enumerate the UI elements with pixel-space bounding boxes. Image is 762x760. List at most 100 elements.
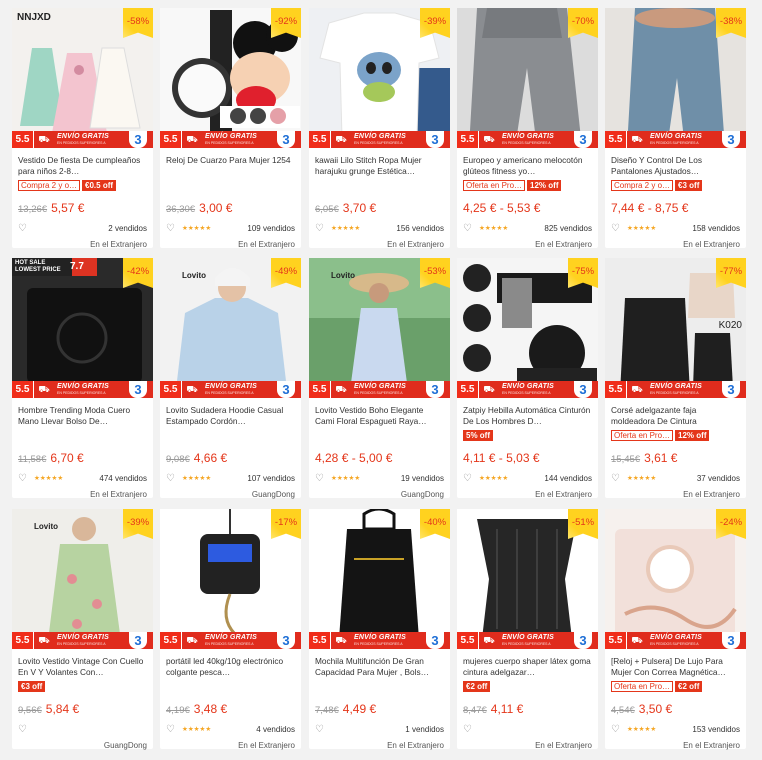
product-title[interactable]: Diseño Y Control De Los Pantalones Ajust… <box>611 155 741 177</box>
free-shipping-subtitle: EN PEDIDOS SUPERIORES A <box>650 141 699 145</box>
product-image[interactable]: -51% 5.5 ⛟ ENVÍO GRATIS EN PEDIDOS SUPERIORE… <box>457 509 598 649</box>
heart-outline-icon[interactable]: ♡ <box>166 473 175 484</box>
free-shipping-subtitle: EN PEDIDOS SUPERIORES A <box>650 391 699 395</box>
product-image[interactable]: -24% 5.5 ⛟ ENVÍO GRATIS EN PEDIDOS SUPERIORE… <box>605 509 746 649</box>
product-title[interactable]: Lovito Vestido Boho Elegante Cami Floral… <box>315 405 445 427</box>
star-icon: ★ <box>205 475 212 482</box>
sold-count: 1 vendidos <box>405 725 444 734</box>
product-title[interactable]: Vestido De fiesta De cumpleaños para niñ… <box>18 155 148 177</box>
current-price: 3,00 € <box>199 201 233 215</box>
free-shipping-threshold: 3 <box>129 131 147 148</box>
product-card[interactable]: -75% 5.5 ⛟ ENVÍO GRATIS EN PEDIDOS SUPERIORE… <box>457 258 598 499</box>
heart-outline-icon[interactable]: ♡ <box>463 724 472 735</box>
product-title[interactable]: Zatpiy Hebilla Automática Cinturón De Lo… <box>463 405 593 427</box>
product-card[interactable]: -24% 5.5 ⛟ ENVÍO GRATIS EN PEDIDOS SUPERIORE… <box>605 509 746 750</box>
heart-outline-icon[interactable]: ♡ <box>166 223 175 234</box>
brand-logo: Lovito <box>34 522 58 531</box>
heart-outline-icon[interactable]: ♡ <box>315 724 324 735</box>
product-image[interactable]: HOT SALE LOWEST PRICE 7.7 -42% 5.5 ⛟ ENVÍO GRA… <box>12 258 153 398</box>
brand-logo: NNJXD <box>17 12 51 23</box>
product-image[interactable]: K020 -77% 5.5 ⛟ ENVÍO GRATIS EN PEDIDOS SUPER… <box>605 258 746 398</box>
heart-outline-icon[interactable]: ♡ <box>166 724 175 735</box>
product-card[interactable]: -38% 5.5 ⛟ ENVÍO GRATIS EN PEDIDOS SUPERIORE… <box>605 8 746 249</box>
current-price: 3,61 € <box>644 451 678 465</box>
product-image[interactable]: -92% 5.5 ⛟ ENVÍO GRATIS EN PEDIDOS SUPERIORE… <box>160 8 301 148</box>
product-title[interactable]: Mochila Multifunción De Gran Capacidad P… <box>315 656 445 678</box>
heart-outline-icon[interactable]: ♡ <box>611 724 620 735</box>
product-image[interactable]: Lovito -53% 5.5 ⛟ ENVÍO GRATIS EN PEDIDOS SUP… <box>309 258 450 398</box>
product-title[interactable]: Corsé adelgazante faja moldeadora De Cin… <box>611 405 741 427</box>
promo-event-tag: 5.5 <box>160 632 182 649</box>
product-title[interactable]: Hombre Trending Moda Cuero Mano Llevar B… <box>18 405 148 427</box>
heart-outline-icon[interactable]: ♡ <box>463 223 472 234</box>
hot-sale-number: 7.7 <box>70 261 84 272</box>
heart-outline-icon[interactable]: ♡ <box>463 473 472 484</box>
product-image[interactable]: Lovito -49% 5.5 ⛟ ENVÍO GRATIS EN PEDIDOS SUP… <box>160 258 301 398</box>
product-image[interactable]: -70% 5.5 ⛟ ENVÍO GRATIS EN PEDIDOS SUPERIORE… <box>457 8 598 148</box>
heart-outline-icon[interactable]: ♡ <box>611 473 620 484</box>
product-card[interactable]: NNJXD -58% 5.5 ⛟ ENVÍO GRATIS EN PEDIDOS SUPE… <box>12 8 153 249</box>
product-image[interactable]: Lovito -39% 5.5 ⛟ ENVÍO GRATIS EN PEDIDOS SUP… <box>12 509 153 649</box>
product-image[interactable]: -75% 5.5 ⛟ ENVÍO GRATIS EN PEDIDOS SUPERIORE… <box>457 258 598 398</box>
product-card[interactable]: -39% 5.5 ⛟ ENVÍO GRATIS EN PEDIDOS SUPERIORE… <box>309 8 450 249</box>
product-title[interactable]: mujeres cuerpo shaper látex goma cintura… <box>463 656 593 678</box>
star-icon: ★ <box>205 225 212 232</box>
truck-icon: ⛟ <box>483 634 495 645</box>
ship-location: En el Extranjero <box>683 240 740 249</box>
rating-stars: ★★★★★ <box>34 474 63 482</box>
promo-outline-tag: Oferta en Pro… <box>611 681 674 692</box>
product-image[interactable]: NNJXD -58% 5.5 ⛟ ENVÍO GRATIS EN PEDIDOS SUPE… <box>12 8 153 148</box>
truck-icon: ⛟ <box>186 383 198 394</box>
promo-tags: €2 off <box>463 681 491 692</box>
product-card[interactable]: -17% 5.5 ⛟ ENVÍO GRATIS EN PEDIDOS SUPERIORE… <box>160 509 301 750</box>
free-shipping-subtitle: EN PEDIDOS SUPERIORES A <box>205 391 254 395</box>
product-card[interactable]: -70% 5.5 ⛟ ENVÍO GRATIS EN PEDIDOS SUPERIORE… <box>457 8 598 249</box>
product-image[interactable]: -17% 5.5 ⛟ ENVÍO GRATIS EN PEDIDOS SUPERIORE… <box>160 509 301 649</box>
ship-location: En el Extranjero <box>238 741 295 750</box>
coupon-tag: €3 off <box>18 681 46 692</box>
product-card[interactable]: Lovito -49% 5.5 ⛟ ENVÍO GRATIS EN PEDIDOS SUP… <box>160 258 301 499</box>
heart-outline-icon[interactable]: ♡ <box>315 223 324 234</box>
sold-count: 2 vendidos <box>108 224 147 233</box>
product-card[interactable]: K020 -77% 5.5 ⛟ ENVÍO GRATIS EN PEDIDOS SUPER… <box>605 258 746 499</box>
heart-outline-icon[interactable]: ♡ <box>18 223 27 234</box>
heart-outline-icon[interactable]: ♡ <box>315 473 324 484</box>
product-card[interactable]: -92% 5.5 ⛟ ENVÍO GRATIS EN PEDIDOS SUPERIORE… <box>160 8 301 249</box>
free-shipping-subtitle: EN PEDIDOS SUPERIORES A <box>354 642 403 646</box>
ship-location: En el Extranjero <box>387 240 444 249</box>
product-title[interactable]: Lovito Sudadera Hoodie Casual Estampado … <box>166 405 296 427</box>
product-card[interactable]: HOT SALE LOWEST PRICE 7.7 -42% 5.5 ⛟ ENVÍO GRA… <box>12 258 153 499</box>
promo-event-tag: 5.5 <box>309 381 331 398</box>
free-shipping-banner: 5.5 ⛟ ENVÍO GRATIS EN PEDIDOS SUPERIORES A 3 <box>309 381 450 398</box>
product-image[interactable]: -39% 5.5 ⛟ ENVÍO GRATIS EN PEDIDOS SUPERIORE… <box>309 8 450 148</box>
product-card[interactable]: Lovito -39% 5.5 ⛟ ENVÍO GRATIS EN PEDIDOS SUP… <box>12 509 153 750</box>
product-title[interactable]: kawaii Lilo Stitch Ropa Mujer harajuku g… <box>315 155 445 177</box>
rating-stars: ★★★★★ <box>627 224 656 232</box>
product-card[interactable]: -51% 5.5 ⛟ ENVÍO GRATIS EN PEDIDOS SUPERIORE… <box>457 509 598 750</box>
original-price: 4,54€ <box>611 705 635 716</box>
product-card[interactable]: -40% 5.5 ⛟ ENVÍO GRATIS EN PEDIDOS SUPERIORE… <box>309 509 450 750</box>
product-title[interactable]: portátil led 40kg/10g electrónico colgan… <box>166 656 296 678</box>
promo-event-tag: 5.5 <box>12 632 34 649</box>
product-image[interactable]: -40% 5.5 ⛟ ENVÍO GRATIS EN PEDIDOS SUPERIORE… <box>309 509 450 649</box>
product-image[interactable]: -38% 5.5 ⛟ ENVÍO GRATIS EN PEDIDOS SUPERIORE… <box>605 8 746 148</box>
free-shipping-title: ENVÍO GRATIS <box>650 634 703 641</box>
current-price: 4,11 € - 5,03 € <box>463 451 540 465</box>
product-card[interactable]: Lovito -53% 5.5 ⛟ ENVÍO GRATIS EN PEDIDOS SUP… <box>309 258 450 499</box>
product-title[interactable]: [Reloj + Pulsera] De Lujo Para Mujer Con… <box>611 656 741 678</box>
heart-outline-icon[interactable]: ♡ <box>18 473 27 484</box>
heart-outline-icon[interactable]: ♡ <box>18 724 27 735</box>
coupon-tag: 5% off <box>463 430 493 441</box>
promo-event-tag: 5.5 <box>309 632 331 649</box>
heart-outline-icon[interactable]: ♡ <box>611 223 620 234</box>
free-shipping-title: ENVÍO GRATIS <box>502 383 555 390</box>
original-price: 9,56€ <box>18 705 42 716</box>
free-shipping-subtitle: EN PEDIDOS SUPERIORES A <box>354 391 403 395</box>
free-shipping-subtitle: EN PEDIDOS SUPERIORES A <box>502 391 551 395</box>
product-title[interactable]: Lovito Vestido Vintage Con Cuello En V Y… <box>18 656 148 678</box>
price-row: 9,56€ 5,84 € <box>18 700 150 718</box>
product-title[interactable]: Europeo y americano melocotón glúteos fi… <box>463 155 593 177</box>
original-price: 36,30€ <box>166 204 196 215</box>
free-shipping-threshold: 3 <box>426 381 444 398</box>
product-title[interactable]: Reloj De Cuarzo Para Mujer 1254 <box>166 155 296 177</box>
